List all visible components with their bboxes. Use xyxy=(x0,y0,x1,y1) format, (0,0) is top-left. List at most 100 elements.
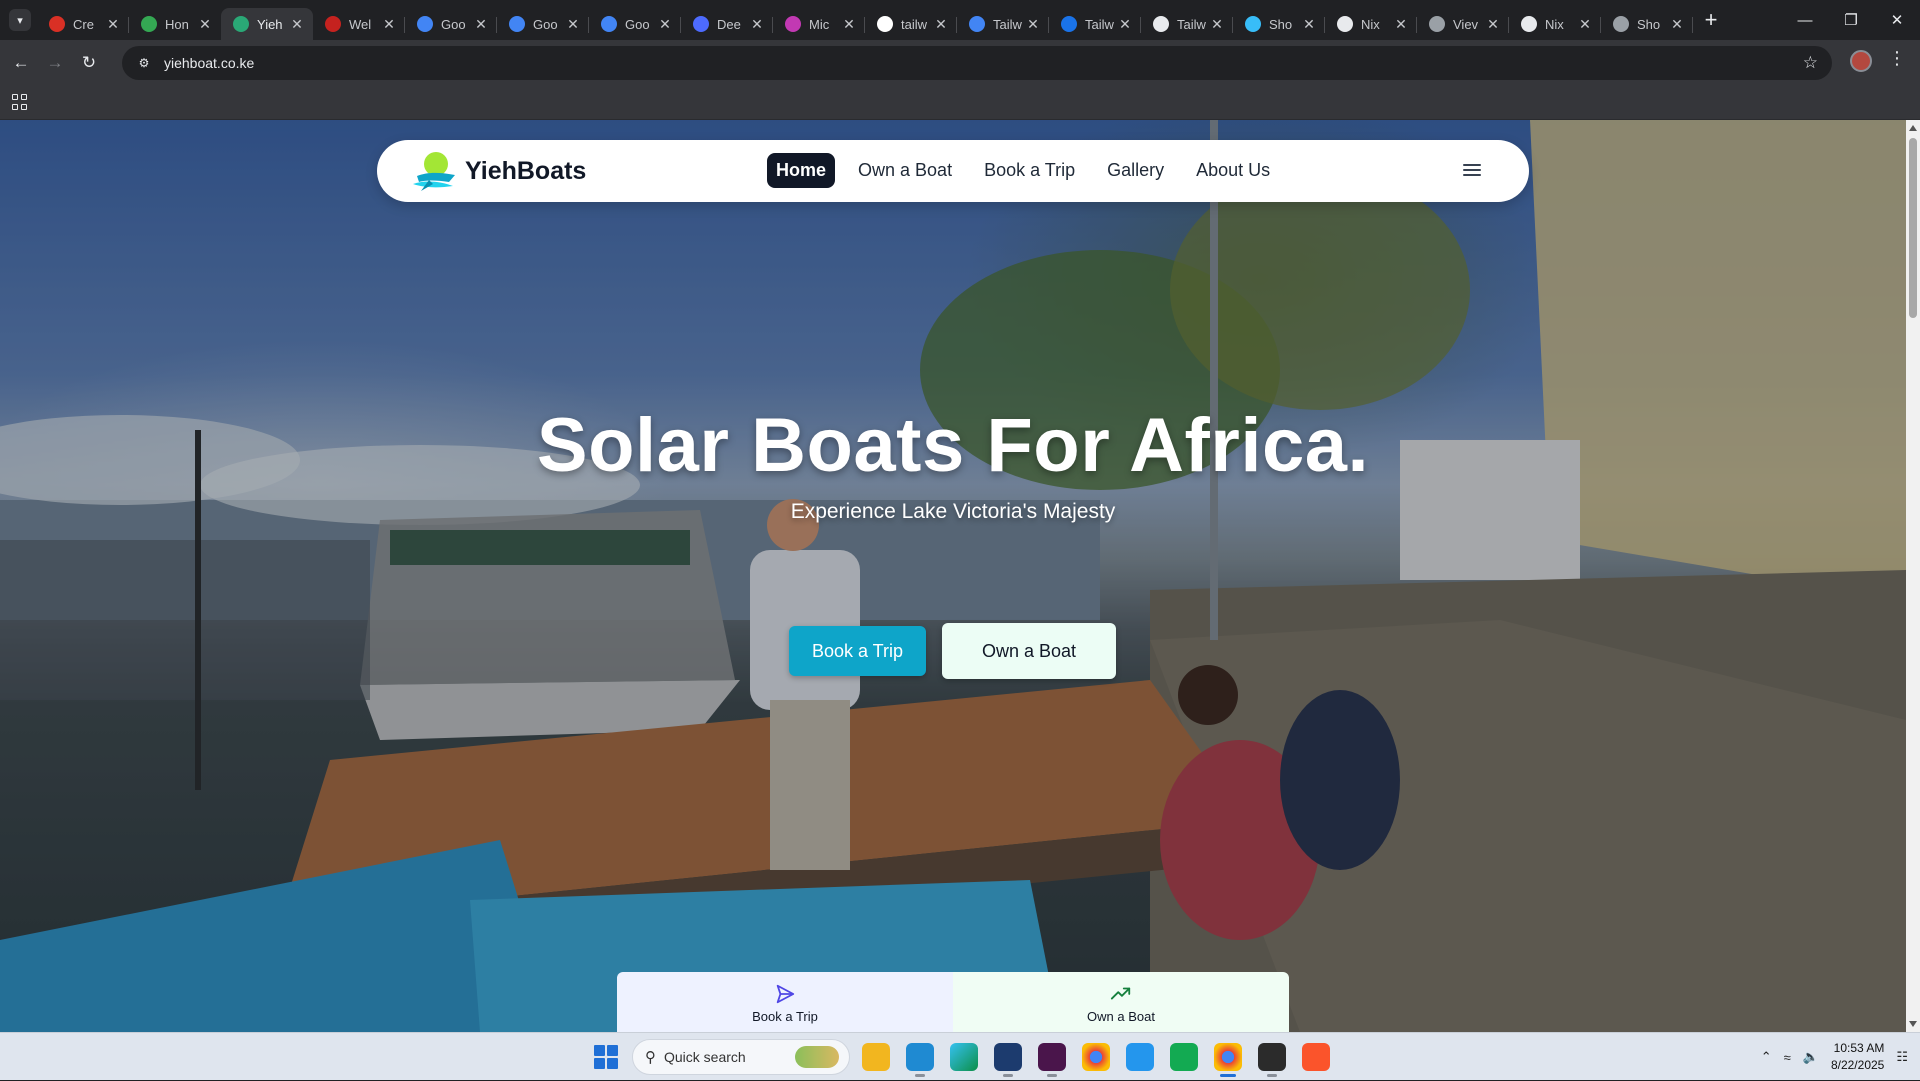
close-icon[interactable]: ✕ xyxy=(933,16,949,33)
url-text[interactable]: yiehboat.co.ke xyxy=(164,55,254,71)
nav-home[interactable]: Home xyxy=(767,153,836,188)
scroll-down-arrow-icon[interactable] xyxy=(1909,1021,1917,1027)
google-g-icon xyxy=(969,16,985,32)
file-explorer-icon[interactable] xyxy=(862,1043,890,1071)
page-viewport: YiehBoats Home Own a Boat Book a Trip Ga… xyxy=(0,120,1906,1032)
edge-icon[interactable] xyxy=(950,1043,978,1071)
chevron-down-icon: ▾ xyxy=(17,14,23,27)
book-a-trip-button[interactable]: Book a Trip xyxy=(789,626,926,676)
vscode-icon[interactable] xyxy=(906,1043,934,1077)
browser-tab[interactable]: Hon ✕ xyxy=(129,8,221,40)
gemini-icon xyxy=(509,16,525,32)
close-icon[interactable]: ✕ xyxy=(381,16,397,33)
browser-tab[interactable]: Mic ✕ xyxy=(773,8,865,40)
nav-book-a-trip[interactable]: Book a Trip xyxy=(975,153,1084,188)
windows-start-icon[interactable] xyxy=(594,1045,618,1069)
close-icon[interactable]: ✕ xyxy=(749,16,765,33)
brave-icon[interactable] xyxy=(1302,1043,1330,1071)
reload-button[interactable]: ↻ xyxy=(72,46,106,80)
bookmark-star-icon[interactable]: ☆ xyxy=(1803,53,1818,73)
clock[interactable]: 10:53 AM 8/22/2025 xyxy=(1831,1040,1884,1074)
more-menu-icon[interactable]: ⋮ xyxy=(1888,48,1906,69)
quick-link-label: Own a Boat xyxy=(1087,1008,1155,1024)
close-icon[interactable]: ✕ xyxy=(1209,16,1225,33)
browser-tab[interactable]: Cre ✕ xyxy=(37,8,129,40)
hero-subtitle: Experience Lake Victoria's Majesty xyxy=(790,500,1116,523)
globe-icon xyxy=(1429,16,1445,32)
new-tab-button[interactable]: + xyxy=(1697,6,1725,34)
browser-tab[interactable]: Wel ✕ xyxy=(313,8,405,40)
browser-tab[interactable]: Sho ✕ xyxy=(1233,8,1325,40)
nav-own-a-boat[interactable]: Own a Boat xyxy=(849,153,961,188)
close-icon[interactable]: ✕ xyxy=(1485,16,1501,33)
browser-tab[interactable]: Tailw ✕ xyxy=(1049,8,1141,40)
close-icon[interactable]: ✕ xyxy=(1669,16,1685,33)
scrollbar-thumb[interactable] xyxy=(1909,138,1917,318)
chrome-profile-icon[interactable] xyxy=(1214,1043,1242,1077)
brand[interactable]: YiehBoats xyxy=(409,150,586,192)
scroll-up-arrow-icon[interactable] xyxy=(1909,125,1917,131)
browser-tab[interactable]: Tailw ✕ xyxy=(1141,8,1233,40)
hamburger-menu-icon[interactable] xyxy=(1463,164,1481,176)
github-icon xyxy=(1337,16,1353,32)
browser-tab[interactable]: Yieh ✕ xyxy=(221,8,313,40)
browser-tab[interactable]: Dee ✕ xyxy=(681,8,773,40)
browser-tab[interactable]: Goo ✕ xyxy=(589,8,681,40)
close-icon[interactable]: ✕ xyxy=(1025,16,1041,33)
minimize-button[interactable]: — xyxy=(1782,0,1828,40)
quick-link-book-a-trip[interactable]: Book a Trip xyxy=(617,972,953,1032)
tab-search-button[interactable]: ▾ xyxy=(9,9,31,31)
site-info-icon[interactable]: ⚙ xyxy=(132,56,156,70)
close-icon[interactable]: ✕ xyxy=(1577,16,1593,33)
notification-bell-icon[interactable]: ☷ xyxy=(1896,1049,1908,1065)
own-a-boat-button[interactable]: Own a Boat xyxy=(942,623,1116,679)
taskbar-search-placeholder: Quick search xyxy=(664,1049,746,1065)
wifi-icon[interactable]: ≈ xyxy=(1784,1050,1791,1065)
browser-tab[interactable]: Nix ✕ xyxy=(1509,8,1601,40)
mongodb-icon[interactable] xyxy=(1170,1043,1198,1071)
close-icon[interactable]: ✕ xyxy=(105,16,121,33)
address-bar[interactable]: ⚙ yiehboat.co.ke ☆ xyxy=(122,46,1832,80)
browser-tab[interactable]: tailw ✕ xyxy=(865,8,957,40)
virtualbox-icon[interactable] xyxy=(994,1043,1022,1077)
flower-icon xyxy=(141,16,157,32)
restore-button[interactable]: ❐ xyxy=(1828,0,1874,40)
close-icon[interactable]: ✕ xyxy=(1393,16,1409,33)
nav-gallery[interactable]: Gallery xyxy=(1098,153,1173,188)
quick-link-own-a-boat[interactable]: Own a Boat xyxy=(953,972,1289,1032)
browser-tab[interactable]: Viev ✕ xyxy=(1417,8,1509,40)
copilot-icon xyxy=(785,16,801,32)
browser-tab[interactable]: Tailw ✕ xyxy=(957,8,1049,40)
tray-overflow-chevron-icon[interactable]: ⌃ xyxy=(1761,1049,1772,1065)
browser-tab[interactable]: Nix ✕ xyxy=(1325,8,1417,40)
terminal-icon[interactable] xyxy=(1258,1043,1286,1077)
close-window-button[interactable]: ✕ xyxy=(1874,0,1920,40)
close-icon[interactable]: ✕ xyxy=(841,16,857,33)
tab-list: Cre ✕ Hon ✕ Yieh ✕ Wel ✕ Goo ✕ Goo ✕ Goo ✕ Dee ✕ Mic ✕ tai… xyxy=(37,0,1693,40)
browser-tab[interactable]: Goo ✕ xyxy=(497,8,589,40)
close-icon[interactable]: ✕ xyxy=(657,16,673,33)
nav-about-us[interactable]: About Us xyxy=(1187,153,1279,188)
browser-tab[interactable]: Goo ✕ xyxy=(405,8,497,40)
globe-icon xyxy=(1613,16,1629,32)
browser-tab[interactable]: Sho ✕ xyxy=(1601,8,1693,40)
profile-avatar[interactable] xyxy=(1850,50,1872,72)
tab-title: Goo xyxy=(441,16,466,32)
close-icon[interactable]: ✕ xyxy=(289,16,305,33)
page-scrollbar[interactable] xyxy=(1906,120,1920,1032)
chrome-icon[interactable] xyxy=(1082,1043,1110,1071)
close-icon[interactable]: ✕ xyxy=(197,16,213,33)
close-icon[interactable]: ✕ xyxy=(473,16,489,33)
tab-title: Sho xyxy=(1637,16,1661,32)
close-icon[interactable]: ✕ xyxy=(565,16,581,33)
volume-icon[interactable]: 🔈 xyxy=(1803,1049,1819,1065)
close-icon[interactable]: ✕ xyxy=(1301,16,1317,33)
tailwind-icon xyxy=(1245,16,1261,32)
close-icon[interactable]: ✕ xyxy=(1117,16,1133,33)
apps-grid-icon[interactable] xyxy=(12,94,28,110)
taskbar-search[interactable]: ⚲ Quick search xyxy=(632,1039,850,1075)
slack-icon[interactable] xyxy=(1038,1043,1066,1077)
back-button[interactable]: ← xyxy=(4,46,38,80)
forward-button[interactable]: → xyxy=(38,46,72,80)
docker-icon[interactable] xyxy=(1126,1043,1154,1071)
